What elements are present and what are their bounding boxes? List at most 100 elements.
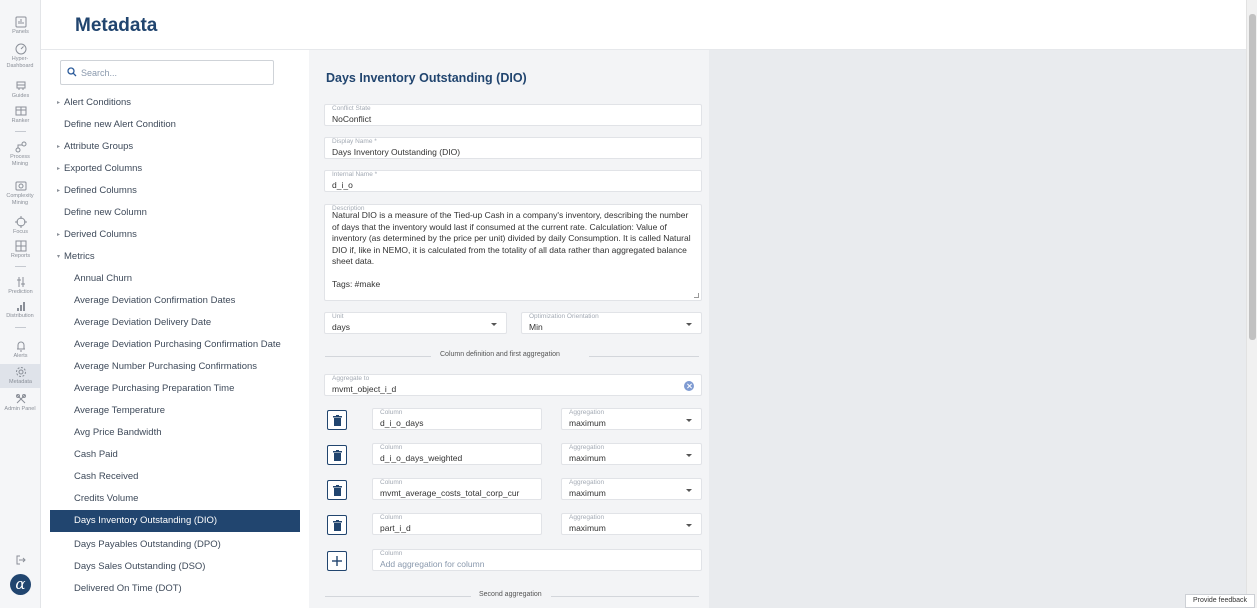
aggregation-select[interactable]: Aggregation maximum xyxy=(561,478,702,500)
field-value: maximum xyxy=(569,488,606,498)
search-icon xyxy=(67,67,77,77)
rail-process-mining[interactable]: Process Mining xyxy=(0,141,41,167)
delete-button[interactable] xyxy=(327,445,347,465)
aggregation-select[interactable]: Aggregation maximum xyxy=(561,408,702,430)
nav-label: Define new Alert Condition xyxy=(64,119,176,130)
aggregation-select[interactable]: Aggregation maximum xyxy=(561,513,702,535)
aggregation-select[interactable]: Aggregation maximum xyxy=(561,443,702,465)
rail-admin-panel[interactable]: Admin Panel xyxy=(0,393,41,413)
nav-metrics[interactable]: ▾ Metrics xyxy=(50,246,300,268)
field-value: Days Inventory Outstanding (DIO) xyxy=(332,147,461,157)
nav-label: Cash Paid xyxy=(74,449,118,460)
nav-label: Credits Volume xyxy=(74,493,139,504)
field-label: Optimization Orientation xyxy=(529,313,599,320)
nav-metric-item[interactable]: Delivered On Time (DOT) xyxy=(50,578,300,600)
nav-metric-item[interactable]: Annual Churn xyxy=(50,268,300,290)
field-label: Aggregation xyxy=(569,514,605,521)
field-value: d_i_o xyxy=(332,180,353,190)
rail-focus[interactable]: Focus xyxy=(0,216,41,236)
rail-guides[interactable]: Guides xyxy=(0,80,41,100)
field-label: Column xyxy=(380,514,403,521)
nav-metric-item[interactable]: Days Sales Outstanding (DSO) xyxy=(50,556,300,578)
nav-label: Alert Conditions xyxy=(64,97,132,108)
rail-label: Admin Panel xyxy=(4,406,36,412)
plus-icon xyxy=(332,556,342,566)
field-label: Aggregation xyxy=(569,409,605,416)
nav-derived-columns[interactable]: ▸ Derived Columns xyxy=(50,224,300,246)
nav-label: Avg Price Bandwidth xyxy=(74,427,162,438)
scrollbar[interactable] xyxy=(1246,0,1257,608)
nav-metric-item[interactable]: Cash Paid xyxy=(50,444,300,466)
nav-label: Exported Columns xyxy=(64,163,143,174)
rail-logout[interactable] xyxy=(0,554,41,566)
nav-label: Average Deviation Purchasing Confirmatio… xyxy=(74,339,281,350)
nav-metric-item[interactable]: Avg Price Bandwidth xyxy=(50,422,300,444)
nav-metric-item[interactable]: Average Deviation Delivery Date xyxy=(50,312,300,334)
nav-metric-item[interactable]: Credits Volume xyxy=(50,488,300,510)
divider-line xyxy=(325,596,471,597)
nav-alert-conditions[interactable]: ▸ Alert Conditions xyxy=(50,92,300,114)
nav-metric-item[interactable]: Average Number Purchasing Confirmations xyxy=(50,356,300,378)
nav-metric-item[interactable]: Days Payables Outstanding (DPO) xyxy=(50,534,300,556)
nav-metric-item-selected[interactable]: Days Inventory Outstanding (DIO) xyxy=(50,510,300,532)
display-name-field[interactable]: Display Name * Days Inventory Outstandin… xyxy=(324,137,702,159)
search-input[interactable] xyxy=(81,64,266,81)
nav-metric-item[interactable]: Average Deviation Purchasing Confirmatio… xyxy=(50,334,300,356)
optimization-select[interactable]: Optimization Orientation Min xyxy=(521,312,702,334)
rail-metadata[interactable]: Metadata xyxy=(0,364,41,388)
complexity-mining-icon xyxy=(15,181,26,191)
add-column-button[interactable] xyxy=(327,551,347,571)
section-divider: Column definition and first aggregation xyxy=(325,351,699,361)
rail-distribution[interactable]: Distribution xyxy=(0,300,41,320)
delete-button[interactable] xyxy=(327,410,347,430)
nav-metric-item[interactable]: Average Deviation Confirmation Dates xyxy=(50,290,300,312)
rail-panels[interactable]: Panels xyxy=(0,16,41,36)
nav-metric-item[interactable]: Cash Received xyxy=(50,466,300,488)
rail-prediction[interactable]: Prediction xyxy=(0,276,41,296)
internal-name-field[interactable]: Internal Name * d_i_o xyxy=(324,170,702,192)
nav-exported-columns[interactable]: ▸ Exported Columns xyxy=(50,158,300,180)
rail-reports[interactable]: Reports xyxy=(0,240,41,260)
aggregate-to-field[interactable]: Aggregate to mvmt_object_i_d xyxy=(324,374,702,396)
alpha-logo[interactable]: α xyxy=(10,574,31,595)
rail-alerts[interactable]: Alerts xyxy=(0,340,41,360)
delete-button[interactable] xyxy=(327,515,347,535)
rail-label: Panels xyxy=(12,29,29,35)
nav-define-alert[interactable]: Define new Alert Condition xyxy=(50,114,300,136)
chevron-down-icon xyxy=(686,419,692,422)
rail-hyper-dashboard[interactable]: Hyper-Dashboard xyxy=(0,43,41,69)
nav-define-column[interactable]: Define new Column xyxy=(50,202,300,224)
rail-ranker[interactable]: Ranker xyxy=(0,105,41,125)
rail-complexity-mining[interactable]: Complexity Mining xyxy=(0,180,41,206)
nav-metric-item[interactable]: Average Purchasing Preparation Time xyxy=(50,378,300,400)
column-field[interactable]: Column mvmt_average_costs_total_corp_cur xyxy=(372,478,542,500)
field-value: maximum xyxy=(569,523,606,533)
nav-metric-item[interactable]: Average Temperature xyxy=(50,400,300,422)
caret-down-icon: ▾ xyxy=(57,254,61,260)
feedback-button[interactable]: Provide feedback xyxy=(1185,594,1255,608)
trash-icon xyxy=(333,450,342,461)
column-field[interactable]: Column part_i_d xyxy=(372,513,542,535)
nav-label: Days Inventory Outstanding (DIO) xyxy=(74,515,218,526)
divider-line xyxy=(325,356,431,357)
unit-select[interactable]: Unit days xyxy=(324,312,507,334)
column-field[interactable]: Column d_i_o_days_weighted xyxy=(372,443,542,465)
description-field[interactable]: Description Natural DIO is a measure of … xyxy=(324,204,702,301)
chevron-down-icon xyxy=(686,323,692,326)
chevron-down-icon xyxy=(686,454,692,457)
nav-label: Annual Churn xyxy=(74,273,133,284)
add-column-field[interactable]: Column Add aggregation for column xyxy=(372,549,702,571)
chevron-down-icon xyxy=(686,524,692,527)
nav-attribute-groups[interactable]: ▸ Attribute Groups xyxy=(50,136,300,158)
scrollbar-thumb[interactable] xyxy=(1249,14,1256,340)
nav-label: Days Payables Outstanding (DPO) xyxy=(74,539,221,550)
field-value: Min xyxy=(529,322,543,332)
form-title: Days Inventory Outstanding (DIO) xyxy=(326,71,527,85)
description-text: Natural DIO is a measure of the Tied-up … xyxy=(332,210,691,289)
resize-handle-icon[interactable] xyxy=(694,293,699,298)
nav-label: Define new Column xyxy=(64,207,147,218)
delete-button[interactable] xyxy=(327,480,347,500)
column-field[interactable]: Column d_i_o_days xyxy=(372,408,542,430)
nav-defined-columns[interactable]: ▸ Defined Columns xyxy=(50,180,300,202)
clear-icon[interactable] xyxy=(684,381,694,391)
